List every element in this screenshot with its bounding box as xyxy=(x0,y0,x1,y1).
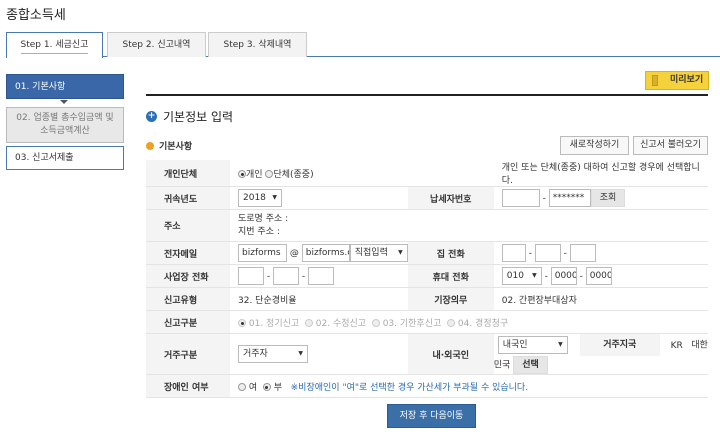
save-next-button[interactable]: 저장 후 다음이동 xyxy=(387,404,476,428)
mobile-last-input[interactable]: 0000 xyxy=(586,267,612,285)
dash: - xyxy=(543,194,546,204)
type-note: 개인 또는 단체(종중) 대하여 신고할 경우에 선택합니다. xyxy=(494,160,708,187)
type-label: 개인단체 xyxy=(146,160,230,187)
radio-amend-label: 02. 수정신고 xyxy=(316,319,366,329)
radio-individual[interactable] xyxy=(238,170,246,178)
radio-regular-label: 01. 정기신고 xyxy=(249,319,299,329)
country-select-button[interactable]: 선택 xyxy=(513,356,548,374)
step-tabs: Step 1. 세금신고 Step 2. 신고내역 Step 3. 삭제내역 xyxy=(6,32,720,57)
step-income-line1: 02. 업종별 총수입금액 및 xyxy=(11,112,119,125)
email-id-input[interactable]: bizforms xyxy=(238,244,287,262)
email-domain-select[interactable]: 직접입력 xyxy=(350,244,408,262)
form-row: 신고유형 32. 단순경비율 기장의무 02. 간편장부대상자 xyxy=(146,288,708,311)
section-title: + 기본정보 입력 xyxy=(146,108,233,125)
resident-select[interactable]: 거주자 xyxy=(238,345,308,363)
biz-phone-1[interactable] xyxy=(238,267,264,285)
taxno-first-input[interactable] xyxy=(502,189,540,207)
tab-step1[interactable]: Step 1. 세금신고 xyxy=(6,32,103,58)
radio-correction-label: 04. 경정청구 xyxy=(458,319,508,329)
home-phone-label: 집 전화 xyxy=(408,242,494,265)
type-value: 개인 단체(종중) xyxy=(230,160,494,187)
form-row: 신고구분 01. 정기신고 02. 수정신고 03. 기한후신고 04. 경정청… xyxy=(146,311,708,334)
form-row: 귀속년도 2018 납세자번호 - *******조회 xyxy=(146,187,708,210)
taxno-label: 납세자번호 xyxy=(408,187,494,210)
home-phone-1[interactable] xyxy=(502,244,526,262)
radio-regular[interactable] xyxy=(238,319,246,327)
email-domain-input[interactable]: bizforms.c xyxy=(302,244,350,262)
form-row: 거주구분 거주자 내·외국인 내국인거주지국 KR 대한민국 선택 xyxy=(146,334,708,375)
divider xyxy=(146,94,708,96)
page-title: 종합소득세 xyxy=(6,4,66,23)
step-income-line2: 소득금액계산 xyxy=(11,125,119,138)
step-income[interactable]: 02. 업종별 총수입금액 및소득금액계산 xyxy=(6,107,124,143)
radio-late-label: 03. 기한후신고 xyxy=(383,319,442,329)
tab-step2[interactable]: Step 2. 신고내역 xyxy=(107,32,206,57)
preview-button[interactable]: 미리보기 xyxy=(645,71,709,90)
home-phone-2[interactable] xyxy=(535,244,561,262)
radio-correction[interactable] xyxy=(447,319,455,327)
biz-phone-3[interactable] xyxy=(308,267,334,285)
home-phone-3[interactable] xyxy=(570,244,596,262)
load-form-button[interactable]: 신고서 불러오기 xyxy=(633,136,708,155)
nationality-select[interactable]: 내국인 xyxy=(498,336,568,354)
form-row: 전자메일 bizforms @ bizforms.c직접입력 집 전화 - - xyxy=(146,242,708,265)
resident-label: 거주구분 xyxy=(146,334,230,375)
form-row: 개인단체 개인 단체(종중) 개인 또는 단체(종중) 대하여 신고할 경우에 … xyxy=(146,160,708,187)
addr-label: 주소 xyxy=(146,210,230,242)
document-icon xyxy=(652,75,658,86)
step-basic[interactable]: 01. 기본사항 xyxy=(6,74,124,99)
country-code: KR xyxy=(671,341,683,351)
addr-lot: 지번 주소 : xyxy=(238,226,700,239)
basic-info-form: 개인단체 개인 단체(종중) 개인 또는 단체(종중) 대하여 신고할 경우에 … xyxy=(146,160,708,398)
disabled-label: 장애인 여부 xyxy=(146,375,230,398)
radio-amend[interactable] xyxy=(305,319,313,327)
at-sign: @ xyxy=(290,249,299,259)
radio-disabled-no-label: 부 xyxy=(274,383,282,393)
preview-label: 미리보기 xyxy=(670,75,703,85)
new-form-button[interactable]: 새로작성하기 xyxy=(560,136,629,155)
bookkeeping-label: 기장의무 xyxy=(408,288,494,311)
biz-phone-2[interactable] xyxy=(273,267,299,285)
year-label: 귀속년도 xyxy=(146,187,230,210)
form-row: 사업장 전화 - - 휴대 전화 010 - 0000 - 0000 xyxy=(146,265,708,288)
radio-group-label: 단체(종중) xyxy=(273,170,313,180)
country-label: 거주지국 xyxy=(580,334,660,356)
tab-step3[interactable]: Step 3. 삭제내역 xyxy=(208,32,307,57)
radio-individual-label: 개인 xyxy=(246,170,263,180)
bookkeeping-value: 02. 간편장부대상자 xyxy=(494,288,708,311)
report-type-value: 32. 단순경비율 xyxy=(230,288,408,311)
arrow-down-icon xyxy=(60,100,68,104)
disabled-note: ※비장애인이 "여"로 선택한 경우 가산세가 부과될 수 있습니다. xyxy=(291,383,528,393)
lookup-button[interactable]: 조회 xyxy=(591,189,626,207)
bullet-icon xyxy=(146,142,154,150)
radio-disabled-yes-label: 여 xyxy=(249,383,257,393)
form-row: 장애인 여부 여 부 ※비장애인이 "여"로 선택한 경우 가산세가 부과될 수… xyxy=(146,375,708,398)
taxno-second-input[interactable]: ******* xyxy=(549,189,591,207)
radio-late[interactable] xyxy=(372,319,380,327)
radio-disabled-yes[interactable] xyxy=(238,383,246,391)
section-title-text: 기본정보 입력 xyxy=(163,108,233,125)
sub-title-text: 기본사항 xyxy=(159,139,192,152)
radio-disabled-no[interactable] xyxy=(263,383,271,391)
mobile-prefix-select[interactable]: 010 xyxy=(502,267,542,285)
addr-road: 도로명 주소 : xyxy=(238,213,700,226)
mobile-mid-input[interactable]: 0000 xyxy=(551,267,577,285)
step-submit[interactable]: 03. 신고서제출 xyxy=(6,146,124,170)
report-cat-label: 신고구분 xyxy=(146,311,230,334)
form-row: 주소 도로명 주소 :지번 주소 : xyxy=(146,210,708,242)
report-type-label: 신고유형 xyxy=(146,288,230,311)
biz-phone-label: 사업장 전화 xyxy=(146,265,230,288)
nationality-label: 내·외국인 xyxy=(408,334,494,375)
year-select[interactable]: 2018 xyxy=(238,189,282,207)
plus-circle-icon: + xyxy=(146,111,157,122)
email-label: 전자메일 xyxy=(146,242,230,265)
sub-title: 기본사항 xyxy=(146,139,192,152)
mobile-label: 휴대 전화 xyxy=(408,265,494,288)
